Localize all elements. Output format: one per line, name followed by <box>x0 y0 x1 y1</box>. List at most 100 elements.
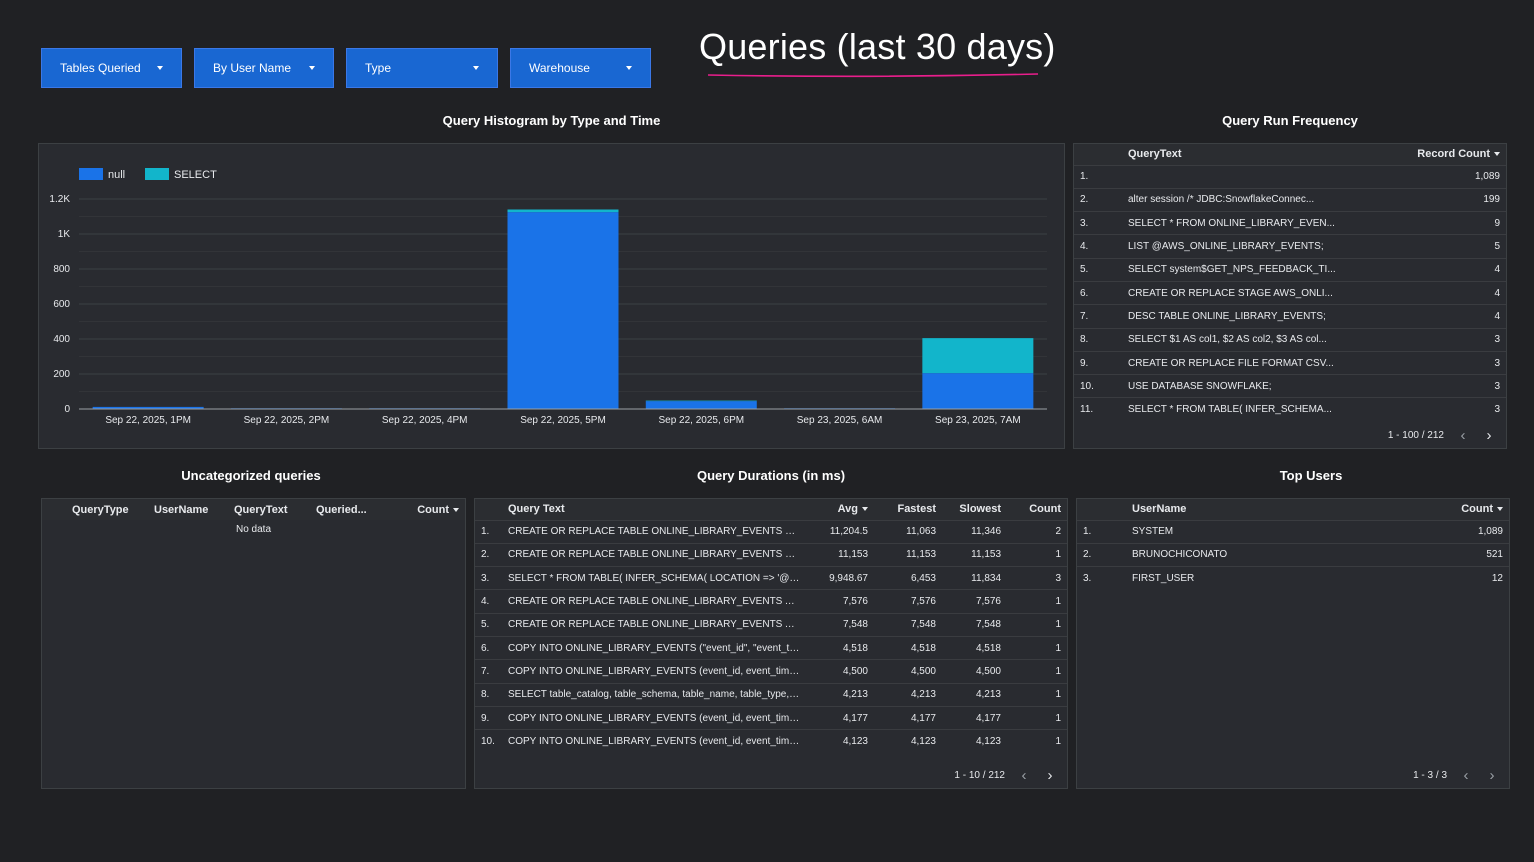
row-index: 10. <box>1074 374 1122 398</box>
filter-tables-queried[interactable]: Tables Queried <box>41 48 182 88</box>
table-row[interactable]: 3. SELECT * FROM ONLINE_LIBRARY_EVEN... 9 <box>1074 211 1506 235</box>
y-tick-label: 400 <box>53 334 70 345</box>
table-cell: COPY INTO ONLINE_LIBRARY_EVENTS ("event_… <box>502 635 806 660</box>
chevron-left-icon[interactable]: ‹ <box>1459 767 1473 784</box>
table-row[interactable]: 3. SELECT * FROM TABLE( INFER_SCHEMA( LOC… <box>475 566 1067 590</box>
filter-type[interactable]: Type <box>346 48 498 88</box>
row-index: 9. <box>1074 350 1122 375</box>
x-tick-label: Sep 22, 2025, 4PM <box>382 415 468 426</box>
table-row[interactable]: 7. COPY INTO ONLINE_LIBRARY_EVENTS (event… <box>475 659 1067 684</box>
header-label: Count <box>417 503 449 516</box>
header-query-text[interactable]: Query Text <box>502 499 806 520</box>
y-tick-label: 1K <box>58 229 71 240</box>
table-row[interactable]: 6. CREATE OR REPLACE STAGE AWS_ONLI... 4 <box>1074 280 1506 305</box>
filter-warehouse[interactable]: Warehouse <box>510 48 651 88</box>
table-row[interactable]: 8. SELECT table_catalog, table_schema, ta… <box>475 682 1067 707</box>
table-cell: 4,177 <box>942 705 1007 730</box>
durations-table: Query Text Avg Fastest Slowest Count 1. C… <box>475 499 1067 753</box>
table-row[interactable]: 11. SELECT * FROM TABLE( INFER_SCHEMA... 3 <box>1074 397 1506 422</box>
table-cell: BRUNOCHICONATO <box>1126 542 1389 567</box>
table-cell: 11,153 <box>806 542 874 567</box>
table-cell: 1,089 <box>1389 519 1509 544</box>
histogram-panel: 0 200 400 600 800 1K 1.2K Sep 22, 2025, 1PM Sep … <box>38 143 1065 449</box>
table-row[interactable]: 2. BRUNOCHICONATO 521 <box>1077 542 1509 567</box>
table-cell: 7,548 <box>942 612 1007 637</box>
row-index: 2. <box>1077 542 1126 567</box>
table-row[interactable]: 8. SELECT $1 AS col1, $2 AS col2, $3 AS c… <box>1074 327 1506 352</box>
table-cell: 4 <box>1386 304 1506 329</box>
chevron-left-icon[interactable]: ‹ <box>1017 767 1031 784</box>
sort-desc-icon <box>1494 152 1500 157</box>
header-fastest[interactable]: Fastest <box>874 499 942 520</box>
table-cell: 4,213 <box>806 682 874 707</box>
header-username[interactable]: UserName <box>1126 499 1389 520</box>
legend-swatch-select <box>145 168 169 180</box>
chevron-left-icon[interactable]: ‹ <box>1456 427 1470 444</box>
sort-desc-icon <box>862 507 868 512</box>
header-queried[interactable]: Queried... <box>310 499 392 520</box>
table-row[interactable]: 9. COPY INTO ONLINE_LIBRARY_EVENTS (event… <box>475 705 1067 730</box>
table-cell: 199 <box>1386 187 1506 212</box>
uncat-title: Uncategorized queries <box>181 468 321 483</box>
table-cell: 7,576 <box>806 589 874 614</box>
chevron-right-icon[interactable]: › <box>1485 767 1499 784</box>
table-row[interactable]: 9. CREATE OR REPLACE FILE FORMAT CSV... 3 <box>1074 350 1506 375</box>
chevron-right-icon[interactable]: › <box>1482 427 1496 444</box>
table-cell: COPY INTO ONLINE_LIBRARY_EVENTS (event_i… <box>502 659 806 684</box>
row-index: 1. <box>1074 164 1122 189</box>
y-tick-label: 800 <box>53 264 70 275</box>
header-slowest[interactable]: Slowest <box>942 499 1007 520</box>
header-index <box>42 499 66 520</box>
table-row[interactable]: 3. FIRST_USER 12 <box>1077 566 1509 590</box>
table-cell: 1 <box>1007 729 1067 753</box>
table-cell: 4,518 <box>806 635 874 660</box>
x-tick-label: Sep 23, 2025, 6AM <box>797 415 883 426</box>
table-row[interactable]: 5. CREATE OR REPLACE TABLE ONLINE_LIBRARY… <box>475 612 1067 637</box>
runfreq-panel: QueryText Record Count 1. 1,089 2. alter se… <box>1073 143 1507 449</box>
header-label: Avg <box>837 503 858 516</box>
legend-swatch-null <box>79 168 103 180</box>
table-cell: COPY INTO ONLINE_LIBRARY_EVENTS (event_i… <box>502 729 806 753</box>
header-record-count[interactable]: Record Count <box>1386 144 1506 165</box>
row-index: 6. <box>1074 280 1122 305</box>
header-querytext[interactable]: QueryText <box>1122 144 1386 165</box>
header-querytext[interactable]: QueryText <box>228 499 310 520</box>
table-row[interactable]: 2. alter session /* JDBC:SnowflakeConnec.… <box>1074 187 1506 212</box>
table-cell: 4,123 <box>942 729 1007 753</box>
table-row[interactable]: 6. COPY INTO ONLINE_LIBRARY_EVENTS ("even… <box>475 635 1067 660</box>
table-row[interactable]: 10. COPY INTO ONLINE_LIBRARY_EVENTS (even… <box>475 729 1067 753</box>
table-row[interactable]: 7. DESC TABLE ONLINE_LIBRARY_EVENTS; 4 <box>1074 304 1506 329</box>
table-row[interactable]: 2. CREATE OR REPLACE TABLE ONLINE_LIBRARY… <box>475 542 1067 567</box>
table-row[interactable]: 4. LIST @AWS_ONLINE_LIBRARY_EVENTS; 5 <box>1074 234 1506 259</box>
row-index: 7. <box>475 659 502 684</box>
row-index: 2. <box>1074 187 1122 212</box>
header-count[interactable]: Count <box>392 499 465 520</box>
chevron-right-icon[interactable]: › <box>1043 767 1057 784</box>
table-cell: 1 <box>1007 635 1067 660</box>
row-index: 1. <box>475 519 502 544</box>
table-row[interactable]: 1. SYSTEM 1,089 <box>1077 519 1509 544</box>
header-avg[interactable]: Avg <box>806 499 874 520</box>
filter-user-name[interactable]: By User Name <box>194 48 334 88</box>
table-cell: SELECT * FROM TABLE( INFER_SCHEMA( LOCAT… <box>502 566 806 590</box>
header-querytype[interactable]: QueryType <box>66 499 148 520</box>
table-row[interactable]: 4. CREATE OR REPLACE TABLE ONLINE_LIBRARY… <box>475 589 1067 614</box>
table-row[interactable]: 1. CREATE OR REPLACE TABLE ONLINE_LIBRARY… <box>475 519 1067 544</box>
x-tick-label: Sep 23, 2025, 7AM <box>935 415 1021 426</box>
table-row[interactable]: 1. 1,089 <box>1074 164 1506 189</box>
table-cell: 7,548 <box>806 612 874 637</box>
table-cell: 4,500 <box>806 659 874 684</box>
bar-select <box>922 338 1034 374</box>
header-username[interactable]: UserName <box>148 499 228 520</box>
durations-panel: Query Text Avg Fastest Slowest Count 1. C… <box>474 498 1068 789</box>
header-count[interactable]: Count <box>1007 499 1067 520</box>
table-row[interactable]: 10. USE DATABASE SNOWFLAKE; 3 <box>1074 374 1506 398</box>
table-cell: 1 <box>1007 682 1067 707</box>
header-count[interactable]: Count <box>1389 499 1509 520</box>
x-tick-label: Sep 22, 2025, 1PM <box>105 415 191 426</box>
table-cell: 1 <box>1007 612 1067 637</box>
sort-desc-icon <box>453 507 459 512</box>
table-cell: 4,518 <box>942 635 1007 660</box>
table-row[interactable]: 5. SELECT system$GET_NPS_FEEDBACK_TI... 4 <box>1074 257 1506 282</box>
x-tick-label: Sep 22, 2025, 6PM <box>658 415 744 426</box>
